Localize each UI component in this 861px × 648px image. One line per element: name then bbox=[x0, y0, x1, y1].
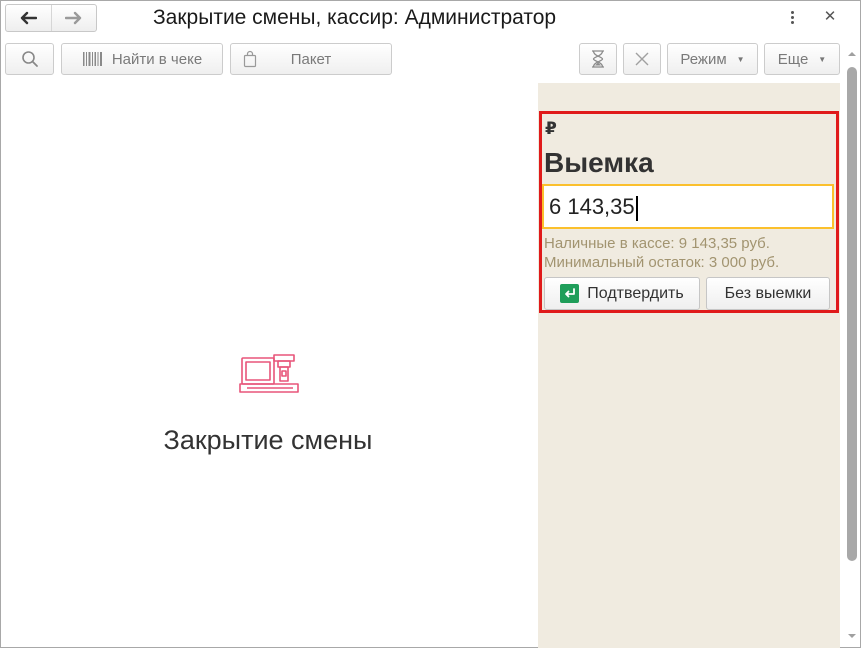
chevron-down-icon: ▼ bbox=[736, 54, 745, 64]
bag-icon bbox=[243, 50, 257, 68]
package-button[interactable]: Пакет bbox=[230, 43, 392, 75]
more-dropdown[interactable]: Еще ▼ bbox=[764, 43, 840, 75]
scroll-down-icon[interactable] bbox=[847, 631, 857, 641]
mode-label: Режим bbox=[680, 50, 727, 68]
min-balance-text: Минимальный остаток: 3 000 руб. bbox=[544, 254, 780, 271]
confirm-button[interactable]: Подтвердить bbox=[544, 277, 700, 310]
navigation-group bbox=[5, 4, 97, 32]
forward-button[interactable] bbox=[50, 5, 96, 31]
title-bar: Закрытие смены, кассир: Администратор ✕ bbox=[1, 1, 860, 37]
arrow-right-icon bbox=[64, 11, 82, 25]
more-actions-icon[interactable] bbox=[783, 7, 801, 27]
no-withdrawal-button[interactable]: Без выемки bbox=[706, 277, 830, 310]
scrollbar-thumb[interactable] bbox=[847, 67, 857, 561]
amount-value: 6 143,35 bbox=[549, 194, 635, 219]
ruble-icon: ₽ bbox=[545, 119, 557, 138]
search-icon bbox=[21, 51, 38, 67]
enter-icon bbox=[560, 284, 580, 303]
text-cursor bbox=[635, 195, 638, 221]
app-window: Закрытие смены, кассир: Администратор ✕ … bbox=[0, 0, 861, 648]
chevron-down-icon: ▼ bbox=[818, 54, 827, 64]
cancel-button[interactable] bbox=[623, 43, 661, 75]
withdrawal-heading: Выемка bbox=[544, 147, 654, 178]
scroll-up-icon[interactable] bbox=[847, 49, 857, 59]
barcode-icon bbox=[82, 52, 102, 66]
hourglass-icon bbox=[592, 50, 604, 68]
mode-dropdown[interactable]: Режим ▼ bbox=[667, 43, 758, 75]
search-button[interactable] bbox=[5, 43, 54, 75]
page-title: Закрытие смены bbox=[163, 425, 373, 455]
more-label: Еще bbox=[777, 50, 809, 68]
window-title: Закрытие смены, кассир: Администратор bbox=[153, 6, 557, 29]
no-withdrawal-label: Без выемки bbox=[724, 284, 812, 302]
amount-input[interactable]: 6 143,35 bbox=[542, 184, 834, 229]
cash-in-register-text: Наличные в кассе: 9 143,35 руб. bbox=[544, 235, 770, 252]
find-in-receipt-label: Найти в чеке bbox=[111, 50, 203, 68]
pending-button[interactable] bbox=[579, 43, 617, 75]
find-in-receipt-button[interactable]: Найти в чеке bbox=[61, 43, 223, 75]
arrow-left-icon bbox=[21, 11, 38, 25]
back-button[interactable] bbox=[6, 5, 51, 31]
cash-register-icon bbox=[239, 354, 299, 393]
package-label: Пакет bbox=[290, 50, 332, 68]
close-icon[interactable]: ✕ bbox=[821, 7, 839, 27]
cross-icon bbox=[635, 52, 649, 66]
confirm-label: Подтвердить bbox=[587, 284, 684, 302]
